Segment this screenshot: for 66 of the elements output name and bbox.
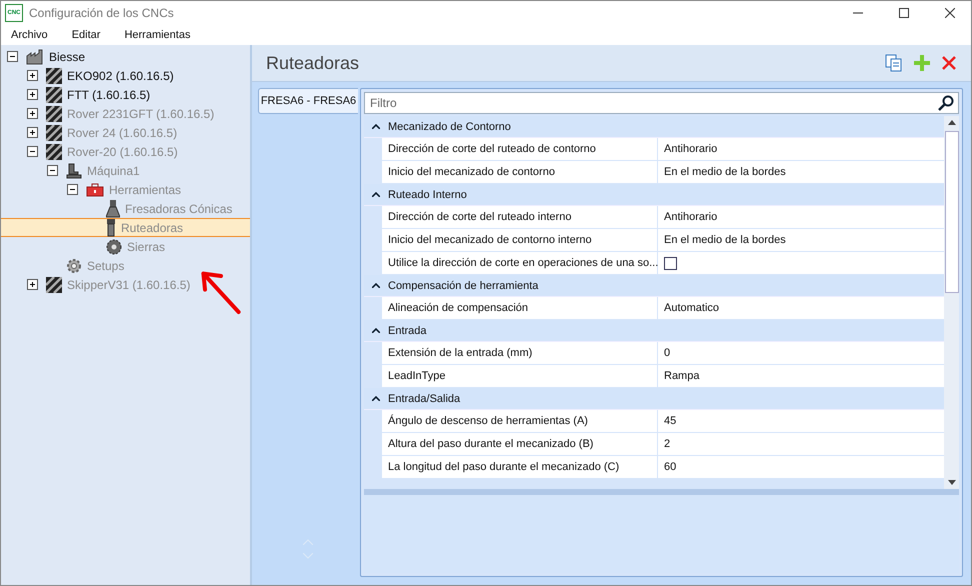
property-value[interactable]: 2 <box>664 438 670 450</box>
property-name: Utilice la dirección de corte en operaciones de una so... <box>382 252 658 274</box>
property-value[interactable]: 60 <box>664 461 676 473</box>
factory-icon <box>26 48 44 64</box>
striped-square-icon <box>46 144 62 160</box>
property-value[interactable]: Rampa <box>664 370 700 382</box>
search-icon[interactable] <box>938 95 954 111</box>
property-value[interactable]: Automatico <box>664 302 720 314</box>
collapse-icon[interactable] <box>372 192 380 197</box>
tool-tab[interactable]: FRESA6 - FRESA6 <box>258 88 358 114</box>
striped-square-icon <box>46 68 62 84</box>
property-name: Inicio del mecanizado de contorno interno <box>382 229 658 251</box>
expander-icon[interactable] <box>27 70 38 81</box>
copy-icon[interactable] <box>885 54 903 72</box>
scroll-down-icon[interactable] <box>948 480 956 485</box>
property-value[interactable]: Antihorario <box>664 143 718 155</box>
checkbox[interactable] <box>664 256 677 270</box>
collapse-icon[interactable] <box>372 328 380 333</box>
scroll-up-icon[interactable] <box>948 120 956 125</box>
striped-square-icon <box>46 106 62 122</box>
gear-icon <box>66 258 82 274</box>
property-name: Ángulo de descenso de herramientas (A) <box>382 410 658 432</box>
router-bit-icon <box>106 218 116 236</box>
menu-item[interactable]: Editar <box>72 29 100 41</box>
window-title: Configuración de los CNCs <box>29 6 175 20</box>
expander-icon[interactable] <box>7 51 18 62</box>
delete-icon[interactable] <box>941 55 957 71</box>
property-name: Altura del paso durante el mecanizado (B) <box>382 433 658 455</box>
property-name: Inicio del mecanizado de contorno <box>382 161 658 183</box>
tree-item[interactable]: EKO902 (1.60.16.5) <box>67 68 174 82</box>
saw-blade-icon <box>106 238 122 254</box>
property-value[interactable]: 0 <box>664 347 670 359</box>
collapse-icon[interactable] <box>372 124 380 129</box>
property-value[interactable]: En el medio de la bordes <box>664 166 786 178</box>
property-name: Extensión de la entrada (mm) <box>382 342 658 364</box>
striped-square-icon <box>46 276 62 292</box>
menu-item[interactable]: Herramientas <box>124 29 190 41</box>
property-value[interactable]: Antihorario <box>664 211 718 223</box>
close-icon[interactable] <box>945 8 955 18</box>
category-header: Compensación de herramienta <box>388 280 538 292</box>
expander-icon[interactable] <box>27 89 38 100</box>
property-value[interactable]: 45 <box>664 415 676 427</box>
panel-title: Ruteadoras <box>266 52 360 74</box>
property-name: LeadInType <box>382 365 658 387</box>
filter-field[interactable]: Filtro <box>364 92 959 114</box>
menu-item[interactable]: Archivo <box>11 29 48 41</box>
scrollbar-thumb[interactable] <box>944 131 958 293</box>
category-header: Ruteado Interno <box>388 188 467 200</box>
category-header: Entrada/Salida <box>388 392 460 404</box>
collapse-icon[interactable] <box>372 396 380 401</box>
striped-square-icon <box>46 86 62 102</box>
property-name: La longitud del paso durante el mecanizado (C) <box>382 456 658 478</box>
collapse-icon[interactable] <box>372 283 380 288</box>
property-name: Dirección de corte del ruteado de contorno <box>382 138 658 160</box>
tree-item[interactable]: Biesse <box>49 50 86 64</box>
property-value[interactable]: En el medio de la bordes <box>664 234 786 246</box>
category-header: Entrada <box>388 324 427 336</box>
machine-icon <box>66 162 82 178</box>
conical-bit-icon <box>106 200 120 218</box>
property-name: Dirección de corte del ruteado interno <box>382 206 658 228</box>
tree-item[interactable]: FTT (1.60.16.5) <box>67 88 150 102</box>
toolbox-icon <box>86 182 104 196</box>
striped-square-icon <box>46 124 62 140</box>
category-header: Mecanizado de Contorno <box>388 120 511 132</box>
maximize-icon[interactable] <box>899 8 909 18</box>
property-name: Alineación de compensación <box>382 297 658 319</box>
